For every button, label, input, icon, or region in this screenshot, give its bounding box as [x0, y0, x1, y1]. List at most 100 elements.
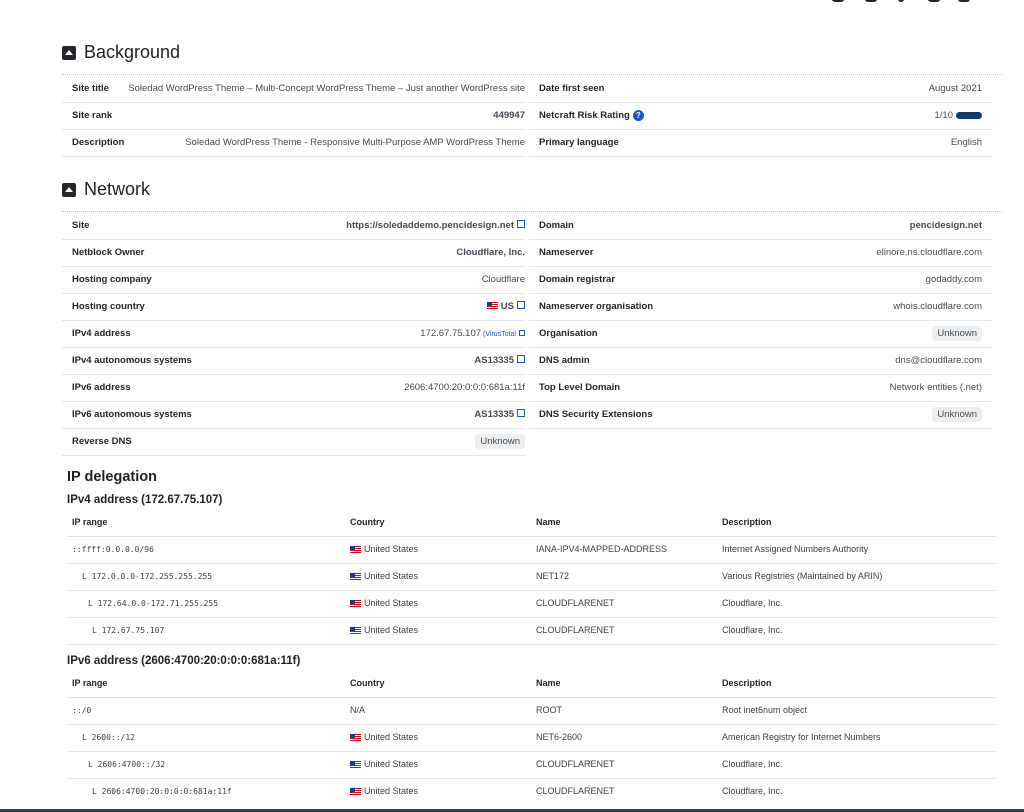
info-row: DNS admin dns@cloudflare.com [529, 347, 992, 375]
risk-label: Netcraft Risk Rating [539, 110, 630, 121]
net-description: Cloudflare, Inc. [722, 598, 783, 608]
ip-range-value: 2606:4700::/32 [97, 760, 166, 769]
network-header[interactable]: Network [62, 179, 150, 200]
row-label: Nameserver [539, 247, 594, 258]
net-name: NET172 [536, 571, 570, 581]
country-cell: United States [350, 778, 418, 805]
row-label: IPv6 address [72, 382, 131, 393]
row-value: August 2021 [928, 83, 982, 94]
ip-range: ::ffff:0.0.0.0/96 [72, 545, 154, 554]
site-rank-link[interactable]: 449947 [493, 102, 525, 129]
net-name: CLOUDFLARENET [536, 625, 615, 635]
info-row: DNS Security Extensions Unknown [529, 401, 992, 429]
row-value: Unknown [475, 428, 525, 455]
background-header[interactable]: Background [62, 42, 180, 63]
header-description: Description [722, 678, 772, 688]
ip-range: L 172.0.0.0-172.255.255.255 [72, 563, 212, 590]
row-label: Domain registrar [539, 274, 616, 285]
header-name: Name [536, 517, 561, 527]
branch-icon: L [82, 733, 87, 742]
external-link-icon [517, 409, 525, 417]
us-flag-icon [486, 302, 498, 311]
email-icon[interactable] [958, 0, 970, 2]
asn-link[interactable]: AS13335 [474, 401, 525, 428]
external-link-icon [517, 220, 525, 228]
us-flag-icon [350, 760, 361, 769]
row-value: godaddy.com [925, 274, 982, 285]
row-label: Site rank [72, 110, 113, 121]
net-description: Cloudflare, Inc. [722, 759, 783, 769]
header-ip-range: IP range [72, 678, 108, 688]
info-row: Domain pencidesign.net [529, 212, 992, 240]
external-link-icon [517, 301, 525, 309]
info-row: Description Soledad WordPress Theme - Re… [62, 129, 525, 157]
country-cell: United States [350, 536, 418, 563]
asn-value[interactable]: AS13335 [474, 409, 514, 420]
country-cell: United States [350, 724, 418, 751]
info-row: Hosting country US [62, 293, 525, 321]
social-icons [830, 0, 980, 4]
info-row: Domain registrar godaddy.com [529, 266, 992, 294]
collapse-icon[interactable] [62, 45, 76, 60]
domain-link[interactable]: pencidesign.net [910, 212, 982, 239]
unknown-badge: Unknown [932, 326, 982, 341]
asn-value[interactable]: AS13335 [474, 355, 514, 366]
net-description: Various Registries (Maintained by ARIN) [722, 571, 883, 581]
ip-range-value: 2600::/12 [91, 733, 136, 742]
header-name: Name [536, 678, 561, 688]
ip-range-value: 172.64.0.0-172.71.255.255 [97, 599, 219, 608]
ip-range-value: 2606:4700:20:0:0:0:681a:11f [101, 787, 232, 796]
twitter-icon[interactable] [865, 0, 877, 2]
table-row: L 172.67.75.107 United States CLOUDFLARE… [67, 617, 996, 645]
site-link[interactable]: https://soledaddemo.pencidesign.net [346, 212, 525, 239]
row-label: Description [72, 137, 125, 148]
country-code[interactable]: US [501, 301, 514, 312]
row-label: IPv4 address [72, 328, 131, 339]
info-row: Nameserver organisation whois.cloudflare… [529, 293, 992, 321]
asn-link[interactable]: AS13335 [474, 347, 525, 374]
net-description: Internet Assigned Numbers Authority [722, 544, 869, 554]
ip-range-value: 172.0.0.0-172.255.255.255 [91, 572, 213, 581]
row-value: elinore.ns.cloudflare.com [876, 247, 982, 258]
country: United States [364, 759, 419, 769]
hosting-country-link[interactable]: US [486, 293, 525, 320]
row-value: Unknown [932, 401, 982, 428]
netblock-owner-link[interactable]: Cloudflare, Inc. [456, 239, 525, 266]
country: United States [364, 732, 419, 742]
table-row: ::/0 N/A ROOT Root inet6num object [67, 697, 996, 725]
table-header: IP range Country Name Description [67, 509, 996, 537]
country-cell: United States [350, 617, 418, 644]
ipv4-value: 172.67.75.107 [420, 328, 482, 339]
risk-rating-bar [956, 111, 982, 119]
country: United States [364, 544, 419, 554]
table-row: ::ffff:0.0.0.0/96 United States IANA-IPV… [67, 536, 996, 564]
virustotal-link[interactable]: (VirusTotal [483, 330, 525, 338]
country: United States [364, 571, 419, 581]
linkedin-icon[interactable] [928, 0, 940, 2]
table-header: IP range Country Name Description [67, 670, 996, 698]
facebook-icon[interactable] [898, 0, 904, 2]
branch-icon: L [92, 626, 97, 635]
row-value: 172.67.75.107 (VirusTotal [420, 320, 525, 348]
row-value: 2606:4700:20:0:0:0:681a:11f [404, 382, 525, 393]
share-icon[interactable] [832, 0, 844, 2]
site-url[interactable]: https://soledaddemo.pencidesign.net [346, 220, 514, 231]
virustotal-label[interactable]: (VirusTotal [483, 331, 516, 338]
row-label: Domain [539, 220, 574, 231]
branch-icon: L [88, 760, 93, 769]
net-name: IANA-IPV4-MAPPED-ADDRESS [536, 544, 668, 554]
us-flag-icon [350, 626, 361, 635]
country-cell: United States [350, 590, 418, 617]
row-label: Hosting company [72, 274, 152, 285]
ip-range: L 172.64.0.0-172.71.255.255 [72, 590, 218, 617]
collapse-icon[interactable] [62, 182, 76, 197]
info-row: Site https://soledaddemo.pencidesign.net [62, 212, 525, 240]
ipv6-delegation-title: IPv6 address (2606:4700:20:0:0:0:681a:11… [67, 655, 301, 667]
row-value: English [950, 137, 982, 148]
info-row: Site title Soledad WordPress Theme – Mul… [62, 75, 525, 103]
header-ip-range: IP range [72, 517, 108, 527]
us-flag-icon [350, 545, 361, 554]
net-name: CLOUDFLARENET [536, 786, 615, 796]
country-cell: United States [350, 563, 418, 590]
help-icon[interactable]: ? [632, 110, 644, 121]
